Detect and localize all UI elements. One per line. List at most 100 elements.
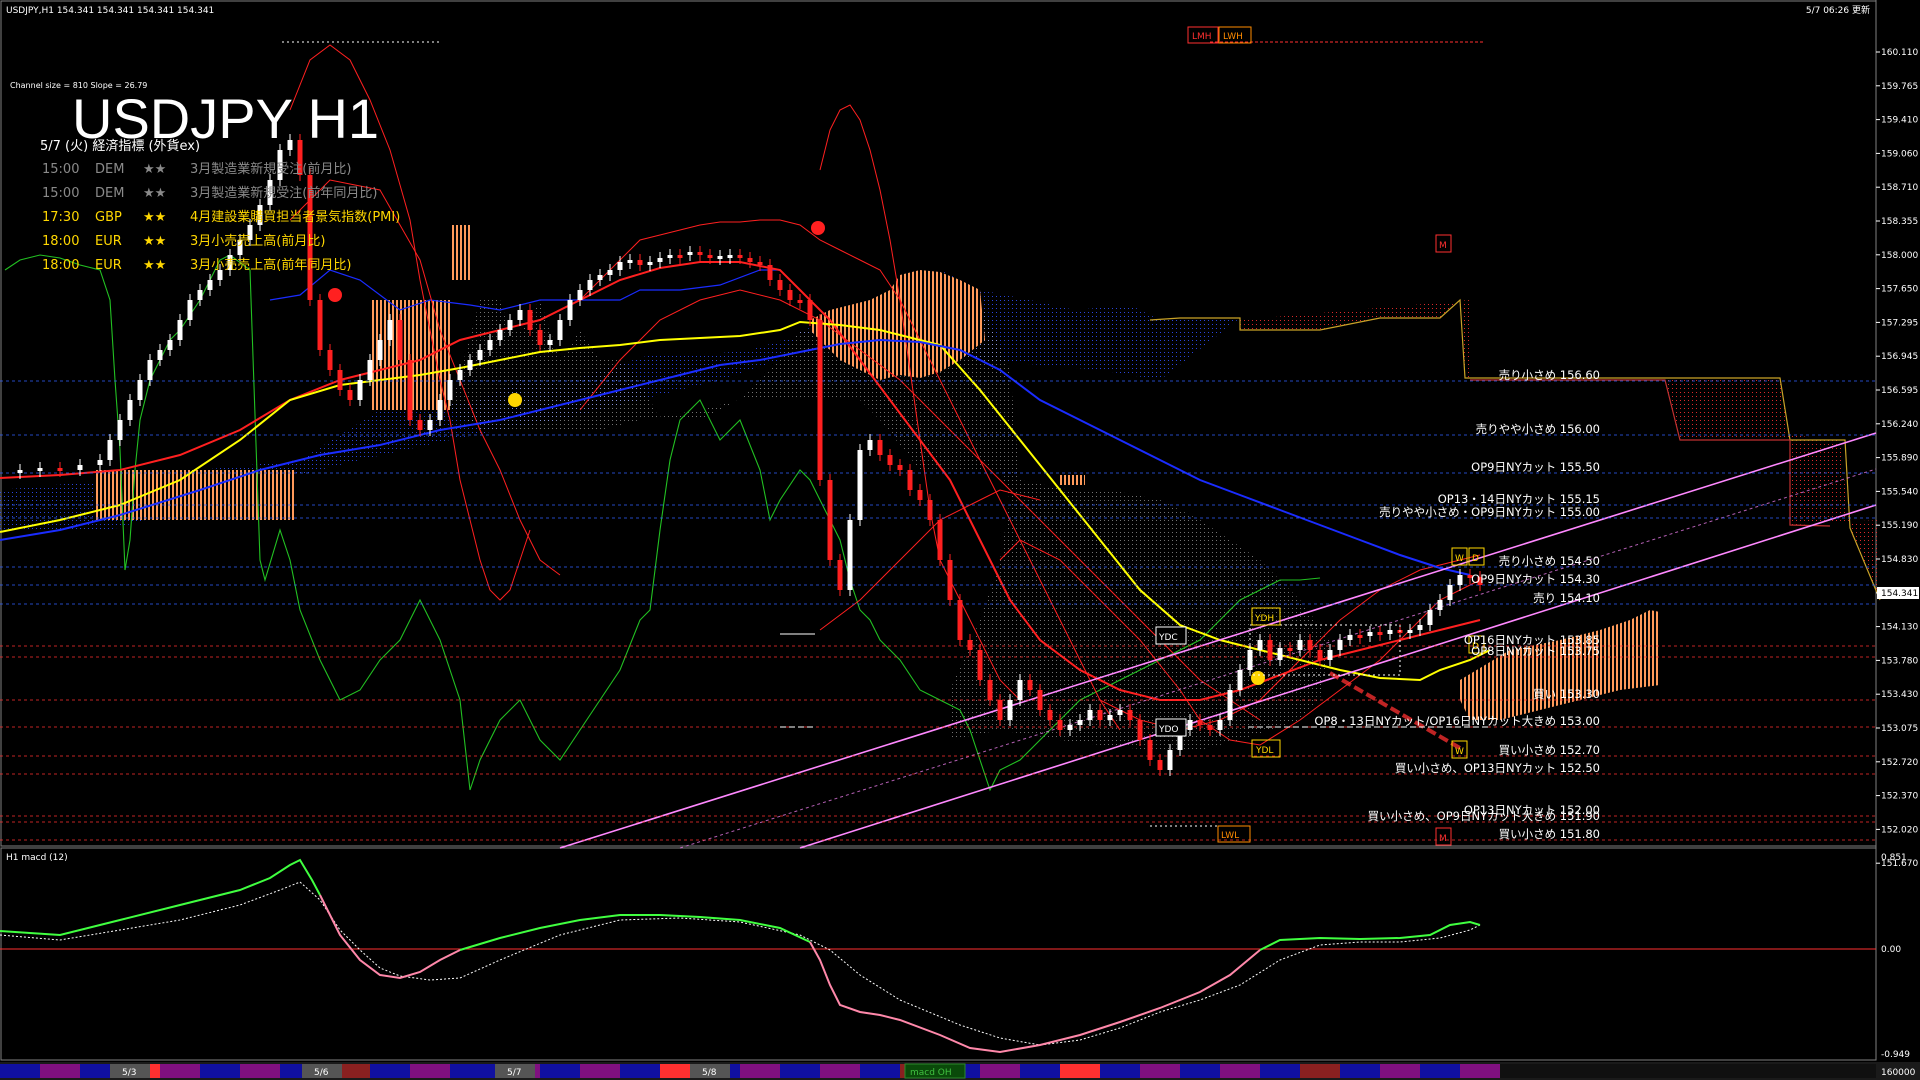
sell-signal-icon (811, 221, 825, 235)
economic-calendar: 5/7 (火) 経済指標 (外貨ex) 15:00 DEM ★★ 3月製造業新規受注(… (40, 138, 400, 273)
calendar-name: 3月小売売上高(前年同月比) (190, 257, 351, 273)
price-tick: 152.720 (1881, 758, 1918, 768)
candle-body (637, 260, 643, 265)
price-tick: 152.370 (1881, 792, 1918, 802)
candle-body (117, 420, 123, 440)
level-label: OP8・13日NYカット/OP16日NYカット大きめ 153.00 (1314, 714, 1600, 728)
macd-tick: -0.949 (1881, 1050, 1910, 1060)
candle-body (737, 255, 743, 258)
candle-body (627, 260, 633, 263)
candle-body (997, 700, 1003, 720)
candle-body (1427, 610, 1433, 625)
price-tick: 153.780 (1881, 656, 1918, 666)
candle-body (617, 262, 623, 270)
candle-body (1307, 640, 1313, 650)
price-tick: 158.710 (1881, 183, 1918, 193)
candle-body (1107, 715, 1113, 720)
calendar-name: 4月建設業購買担当者景気指数(PMI) (190, 209, 400, 225)
symbol-info: USDJPY,H1 154.341 154.341 154.341 154.34… (6, 6, 214, 16)
price-tick: 153.075 (1881, 724, 1918, 734)
level-label: 買い 153.30 (1533, 687, 1600, 701)
calendar-stars: ★★ (143, 162, 166, 177)
candle-body (1237, 670, 1243, 690)
date-band (1340, 1064, 1380, 1078)
candle-body (527, 310, 533, 330)
date-band (160, 1064, 200, 1078)
candle-body (1097, 710, 1103, 720)
level-label: 売りやや小さめ 156.00 (1476, 422, 1600, 436)
date-band (980, 1064, 1020, 1078)
candle-body (1147, 740, 1153, 760)
candle-body (917, 490, 923, 500)
macd-signal-line (0, 881, 1481, 1046)
calendar-cur: DEM (95, 186, 124, 201)
candle-body (397, 320, 403, 360)
candle-body (967, 640, 973, 650)
candle-body (467, 360, 473, 370)
candle-body (957, 600, 963, 640)
calendar-time: 15:00 (42, 186, 79, 201)
candle-body (1447, 585, 1453, 600)
date-band (1060, 1064, 1100, 1078)
candle-body (1127, 710, 1133, 720)
date-band (1500, 1064, 1876, 1078)
candle-body (667, 255, 673, 258)
candle-body (727, 255, 733, 258)
buy-signal-icon (1251, 671, 1265, 685)
chart-window[interactable]: LMH LWH M M YDH YDC YDO YDL W D D W LWL … (0, 0, 1920, 1080)
candle-body (1067, 725, 1073, 730)
candle-body (797, 300, 803, 303)
price-tick: 153.430 (1881, 690, 1918, 700)
macd-main-line-pink (319, 894, 461, 980)
candle-body (1357, 635, 1363, 638)
candle-body (427, 420, 433, 430)
date-band (0, 1064, 40, 1078)
candle-body (387, 320, 393, 340)
level-label: OP9日NYカット 154.30 (1471, 572, 1600, 586)
lwl-label: LWL (1221, 831, 1239, 841)
candle-body (607, 270, 613, 275)
candle-body (647, 262, 653, 265)
candle-body (1317, 650, 1323, 660)
candle-body (887, 455, 893, 465)
price-tick: 154.130 (1881, 623, 1918, 633)
price-tick: 155.190 (1881, 521, 1918, 531)
candle-body (927, 500, 933, 520)
price-tick: 158.000 (1881, 251, 1918, 261)
candle-body (1327, 650, 1333, 660)
candle-body (547, 340, 553, 345)
candle-body (1367, 632, 1373, 636)
candle-body (897, 465, 903, 470)
level-label: 売り小さめ 156.60 (1499, 368, 1600, 382)
macd-main-line-green (1259, 920, 1481, 951)
candle-body (1277, 648, 1283, 660)
candle-body (717, 256, 723, 259)
candle-body (907, 470, 913, 490)
price-axis[interactable]: 160.110 159.765 159.410 159.060 158.710 158.3… (1876, 48, 1918, 869)
candle-body (1197, 720, 1203, 725)
candle-body (1087, 710, 1093, 720)
macd-panel: H1 macd (12) 0.851 0.00 -0.949 (0, 853, 1910, 1060)
candle-body (1407, 630, 1413, 633)
candle-body (1207, 725, 1213, 730)
date-band (410, 1064, 450, 1078)
m-marker: M (1439, 241, 1447, 251)
w-marker: W (1455, 554, 1464, 564)
indicator-tab-label: macd OH (910, 1068, 952, 1078)
candle-body (1227, 690, 1233, 720)
candle-body (1117, 710, 1123, 715)
macd-panel-border (0, 847, 1877, 1061)
macd-title: H1 macd (12) (6, 853, 68, 863)
calendar-stars: ★★ (143, 234, 166, 249)
calendar-stars: ★★ (143, 258, 166, 273)
candle-body (827, 480, 833, 560)
candle-body (457, 370, 463, 380)
candle-body (1287, 648, 1293, 651)
price-tick: 156.945 (1881, 352, 1918, 362)
candle-body (17, 470, 23, 473)
candle-body (987, 680, 993, 700)
regression-channel (559, 432, 1877, 849)
candle-body (377, 340, 383, 360)
sell-signal-icon (328, 288, 342, 302)
candle-body (107, 440, 113, 460)
